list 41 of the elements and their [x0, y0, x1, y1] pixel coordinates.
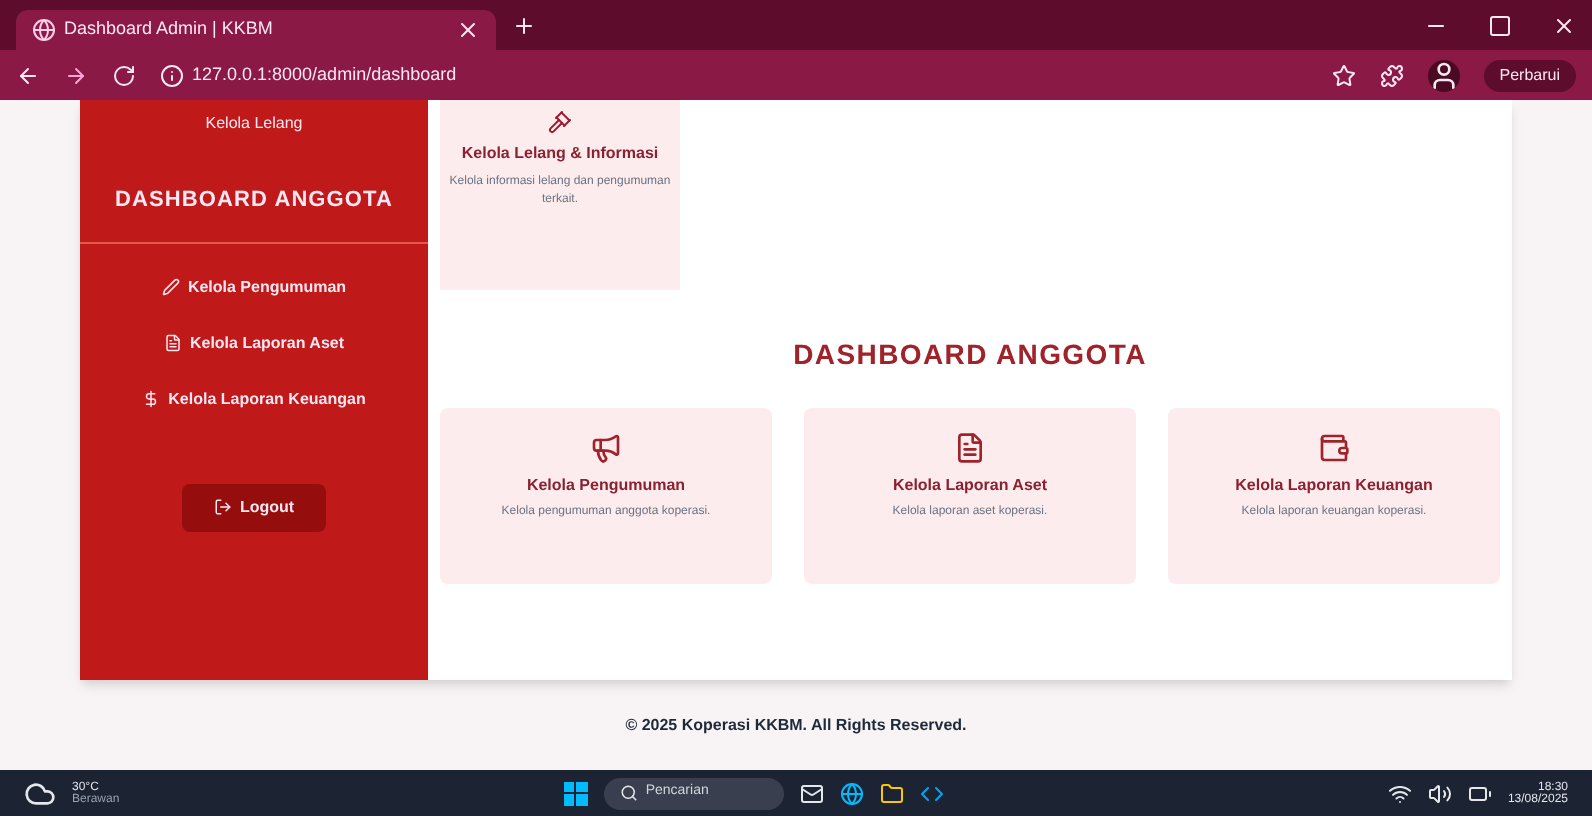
folder-icon[interactable]	[879, 781, 904, 805]
info-icon	[160, 63, 184, 87]
logout-icon	[213, 498, 232, 516]
document-icon	[954, 432, 986, 464]
battery-icon	[1467, 781, 1492, 805]
gavel-icon	[548, 110, 572, 134]
new-tab-icon[interactable]	[512, 13, 536, 37]
reload-icon[interactable]	[112, 63, 136, 87]
address-bar[interactable]: 127.0.0.1:8000/admin/dashboard	[160, 61, 1308, 89]
extensions-icon[interactable]	[1379, 63, 1404, 87]
sidebar-link[interactable]: Kelola Pengumuman	[161, 275, 347, 299]
volume-icon	[1427, 781, 1452, 805]
sidebar-link[interactable]: Kelola Lelang	[205, 112, 303, 136]
mail-icon[interactable]	[799, 781, 824, 805]
forward-icon[interactable]	[64, 63, 88, 87]
megaphone-icon	[590, 432, 622, 464]
globe-icon	[32, 18, 56, 42]
update-button[interactable]: Perbarui	[1483, 59, 1576, 91]
sidebar-link[interactable]: Kelola Laporan Aset	[163, 331, 345, 355]
profile-icon[interactable]	[1427, 59, 1460, 91]
page-heading: DASHBOARD ANGGOTA	[793, 336, 1147, 374]
close-icon[interactable]	[456, 18, 480, 42]
sidebar-link[interactable]: Kelola Laporan Keuangan	[142, 387, 366, 411]
browser-tab[interactable]: Dashboard Admin | KKBM	[16, 10, 496, 50]
document-icon	[163, 334, 182, 352]
dollar-icon	[142, 390, 161, 408]
cloud-icon	[24, 777, 56, 809]
close-window-icon[interactable]	[1552, 13, 1576, 37]
sidebar-title: DASHBOARD ANGGOTA	[115, 186, 393, 216]
wifi-icon	[1387, 781, 1412, 805]
footer-text: © 2025 Koperasi KKBM. All Rights Reserved.	[625, 713, 967, 737]
star-icon[interactable]	[1331, 63, 1356, 87]
wallet-icon	[1318, 432, 1350, 464]
code-editor-icon[interactable]	[919, 781, 944, 805]
pen-icon	[161, 278, 180, 296]
browser-icon[interactable]	[839, 781, 864, 805]
start-icon[interactable]	[563, 781, 588, 805]
logout-button[interactable]: Logout	[181, 483, 327, 531]
back-icon[interactable]	[16, 63, 40, 87]
search-icon	[619, 784, 638, 802]
maximize-icon[interactable]	[1488, 13, 1512, 37]
